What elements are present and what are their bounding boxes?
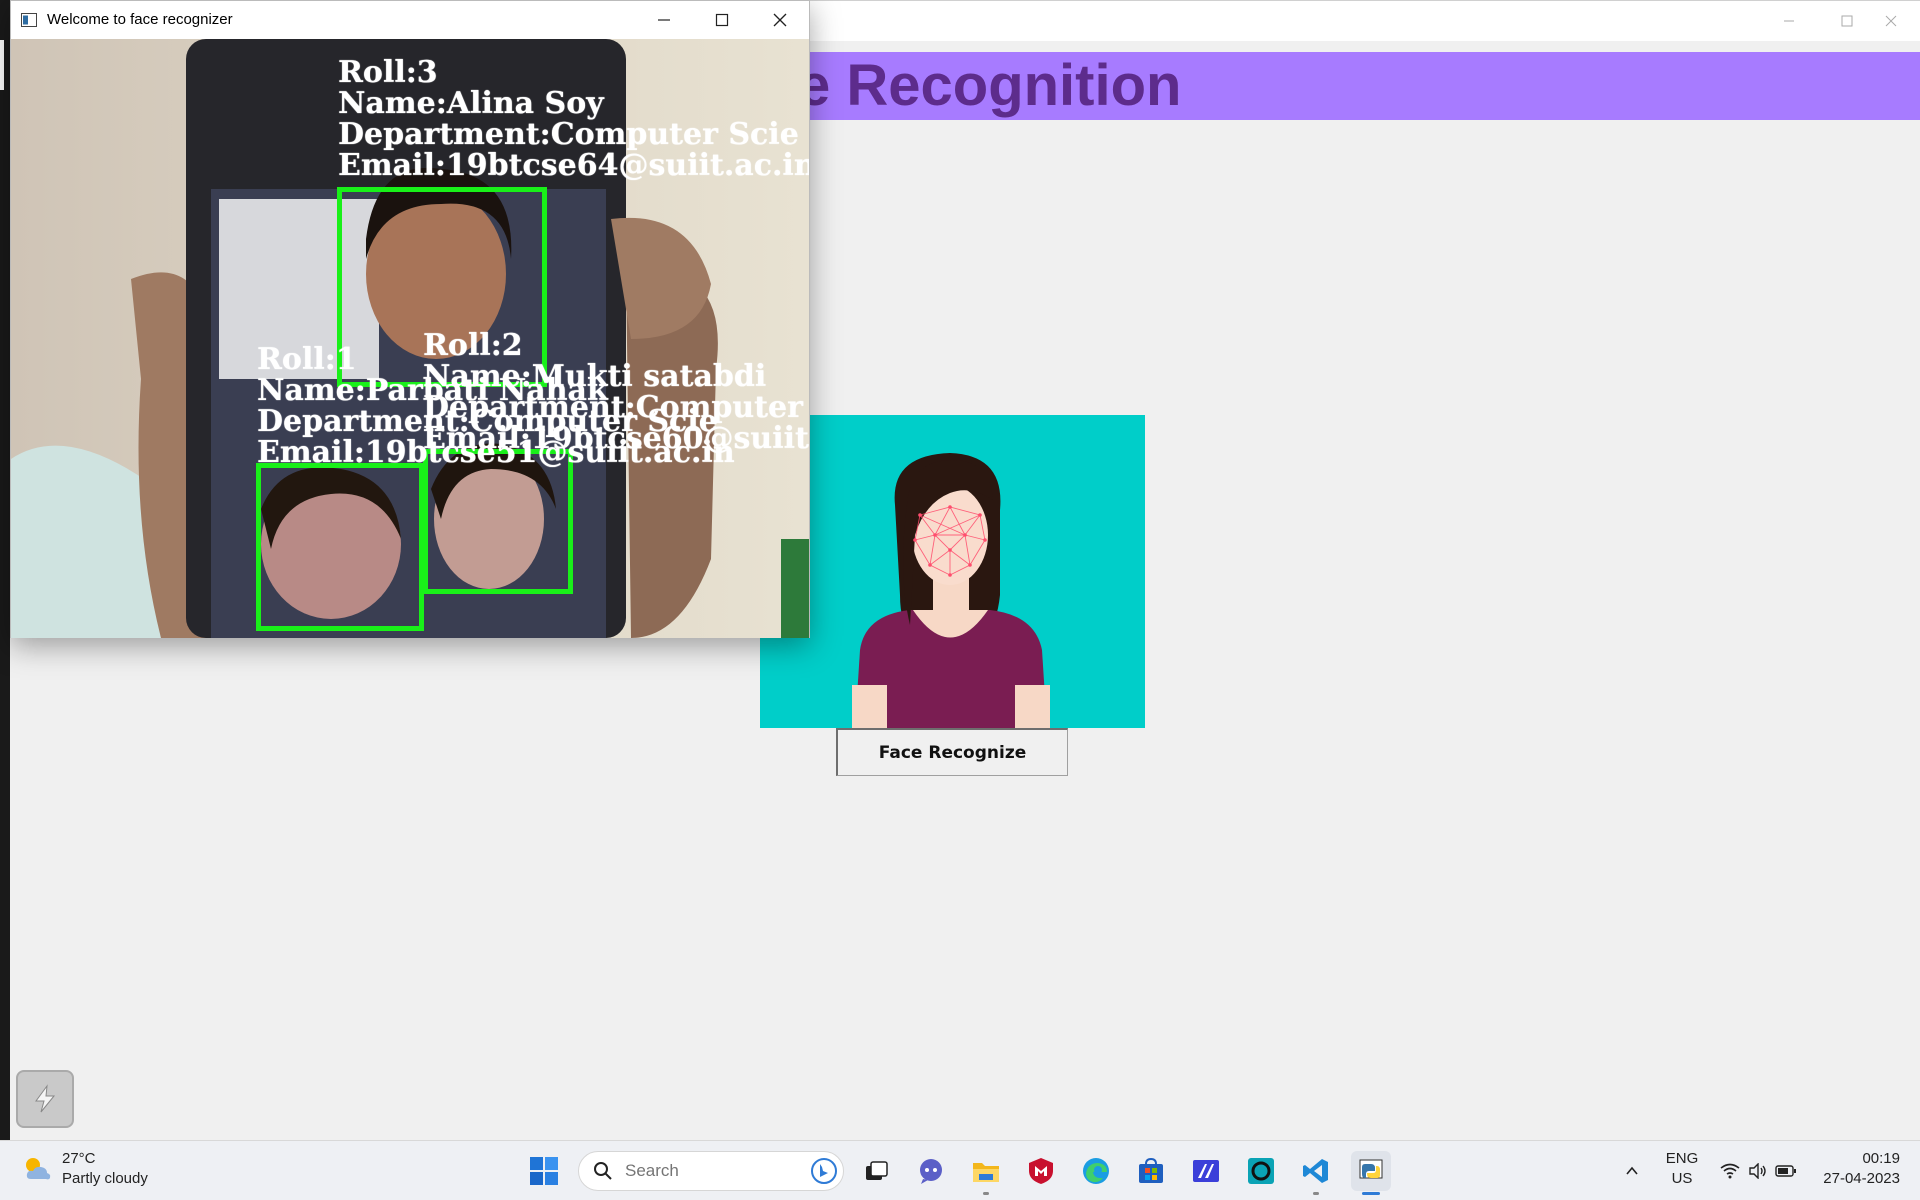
chevron-up-icon[interactable] [1612,1151,1652,1191]
page-title: e Recognition [798,53,1182,118]
detection-label-dept: Department:Computer Scie [338,117,799,152]
detection-label-email: Email:19btcse64@suiit.ac.in [338,148,809,183]
start-icon[interactable] [524,1151,564,1191]
chat-icon[interactable] [911,1151,951,1191]
vscode-icon[interactable] [1296,1151,1336,1195]
bing-icon[interactable] [811,1158,837,1184]
minimize-icon[interactable] [1760,1,1818,41]
webcam-titlebar: Welcome to face recognizer [11,1,809,39]
detection-label-roll: Roll:1 [257,342,357,377]
file-explorer-icon[interactable] [966,1151,1006,1195]
clock-time: 00:19 [1862,1150,1900,1167]
app-window-icon [21,13,37,27]
desktop-edge [0,0,10,1140]
close-icon[interactable] [751,1,809,39]
app-icon[interactable] [1186,1151,1226,1191]
store-icon[interactable] [1131,1151,1171,1191]
detection-label-name: Name:Mukti satabdi [423,359,767,394]
face-illustration [760,415,1145,728]
python-icon[interactable] [1351,1151,1391,1195]
face-box-3 [423,449,573,594]
lang-top: ENG [1665,1150,1699,1167]
lang-bottom: US [1671,1170,1693,1187]
cortana-icon[interactable] [1241,1151,1281,1191]
webcam-feed: Roll:3 Name:Alina Soy Department:Compute… [11,39,809,638]
weather-widget[interactable]: 27°C Partly cloudy [22,1149,148,1189]
partly-cloudy-icon [26,1158,51,1180]
weather-desc: Partly cloudy [62,1170,148,1187]
minimize-icon[interactable] [635,1,693,39]
detection-label-dept: Department:Computer [423,390,803,425]
detection-label-roll: Roll:2 [423,328,523,363]
language-indicator[interactable]: ENG US [1662,1149,1702,1189]
lightning-icon [35,1084,56,1113]
mcafee-icon[interactable] [1021,1151,1061,1191]
face-box-2 [256,463,424,631]
detection-label-roll: Roll:3 [338,55,438,90]
task-view-icon[interactable] [856,1151,896,1191]
face-recognize-button[interactable]: Face Recognize [836,728,1068,776]
maximize-icon[interactable] [693,1,751,39]
taskbar-search[interactable] [578,1151,844,1191]
clock-date: 27-04-2023 [1823,1170,1900,1187]
weather-temp: 27°C [62,1150,96,1167]
search-icon [594,1162,612,1180]
webcam-window-title: Welcome to face recognizer [47,11,233,28]
clock[interactable]: 00:19 27-04-2023 [1808,1149,1900,1189]
taskbar: 27°C Partly cloudy Search ENG US 00:19 2… [0,1140,1920,1200]
search-input[interactable] [625,1161,795,1181]
detection-label-name: Name:Alina Soy [338,86,604,121]
edge-icon[interactable] [1076,1151,1116,1191]
webcam-window: Welcome to face recognizer Roll:3 Name:A… [10,0,810,638]
close-icon[interactable] [1862,1,1920,41]
battery-icon[interactable] [1766,1151,1806,1191]
detection-label-email: Email:19btcse60@suiit. [423,421,809,456]
widget-button[interactable] [16,1070,74,1128]
